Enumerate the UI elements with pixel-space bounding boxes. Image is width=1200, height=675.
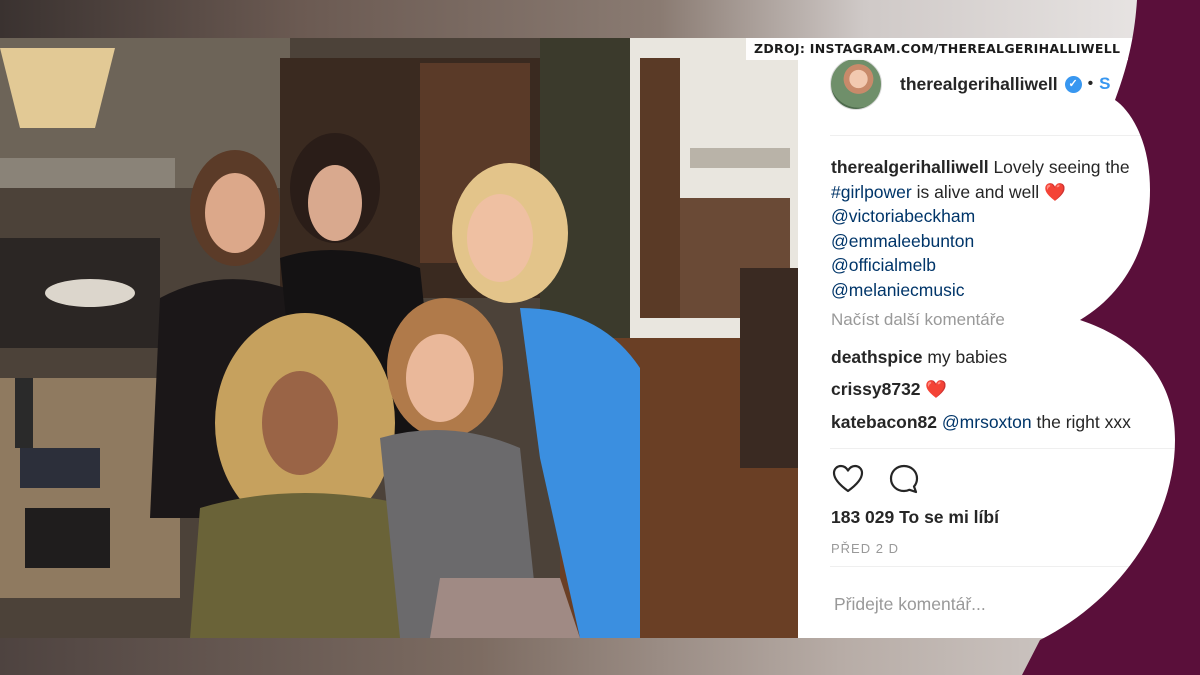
comment-item: deathspice my babies: [831, 347, 1007, 368]
mention-officialmelb[interactable]: @officialmelb: [831, 253, 1191, 278]
heart-icon[interactable]: [831, 462, 865, 496]
avatar[interactable]: [830, 58, 882, 110]
verified-badge-icon: ✓: [1064, 75, 1082, 93]
post-actions: [831, 462, 921, 496]
header-username[interactable]: therealgerihalliwell: [900, 74, 1058, 95]
instagram-post-panel: therealgerihalliwell ✓ • S therealgeriha…: [798, 38, 1200, 638]
post-header: therealgerihalliwell ✓ • S: [830, 58, 1111, 110]
mention-melaniecmusic[interactable]: @melaniecmusic: [831, 278, 1191, 303]
caption-text: Lovely seeing the: [993, 157, 1130, 177]
post-caption: therealgerihalliwell Lovely seeing the #…: [831, 155, 1191, 302]
hashtag-girlpower[interactable]: #girlpower: [831, 182, 912, 202]
caption-username[interactable]: therealgerihalliwell: [831, 157, 989, 177]
separator-dot: •: [1087, 75, 1094, 92]
comment-item: crissy8732 ❤️: [831, 379, 947, 400]
comment-item: katebacon82 @mrsoxton the right xxx: [831, 412, 1131, 433]
comment-text: the right xxx: [1036, 412, 1131, 432]
comment-icon[interactable]: [887, 462, 921, 496]
mention-emmaleebunton[interactable]: @emmaleebunton: [831, 229, 1191, 254]
blurred-background-bottom: [0, 638, 1200, 675]
actions-divider: [830, 448, 1200, 449]
comment-input-divider: [830, 566, 1200, 567]
comment-username[interactable]: katebacon82: [831, 412, 937, 432]
heart-emoji: ❤️: [1044, 181, 1066, 202]
post-time: PŘED 2 D: [831, 541, 899, 556]
add-comment-input[interactable]: Přidejte komentář...: [834, 594, 986, 615]
source-label: ZDROJ: INSTAGRAM.COM/THEREALGERIHALLIWEL…: [746, 38, 1129, 60]
follow-link[interactable]: S: [1099, 74, 1110, 94]
instagram-photo: [0, 38, 798, 638]
mention-victoriabeckham[interactable]: @victoriabeckham: [831, 204, 1191, 229]
likes-count[interactable]: 183 029 To se mi líbí: [831, 507, 999, 528]
caption-text-line2: is alive and well: [916, 181, 1040, 202]
group-photo-image: [0, 38, 798, 638]
load-more-comments[interactable]: Načíst další komentáře: [831, 310, 1005, 330]
heart-emoji: ❤️: [925, 379, 948, 399]
comment-mention[interactable]: @mrsoxton: [942, 412, 1032, 432]
comment-username[interactable]: deathspice: [831, 347, 922, 367]
comment-text: my babies: [927, 347, 1008, 367]
comment-username[interactable]: crissy8732: [831, 379, 921, 399]
header-divider: [830, 135, 1200, 136]
